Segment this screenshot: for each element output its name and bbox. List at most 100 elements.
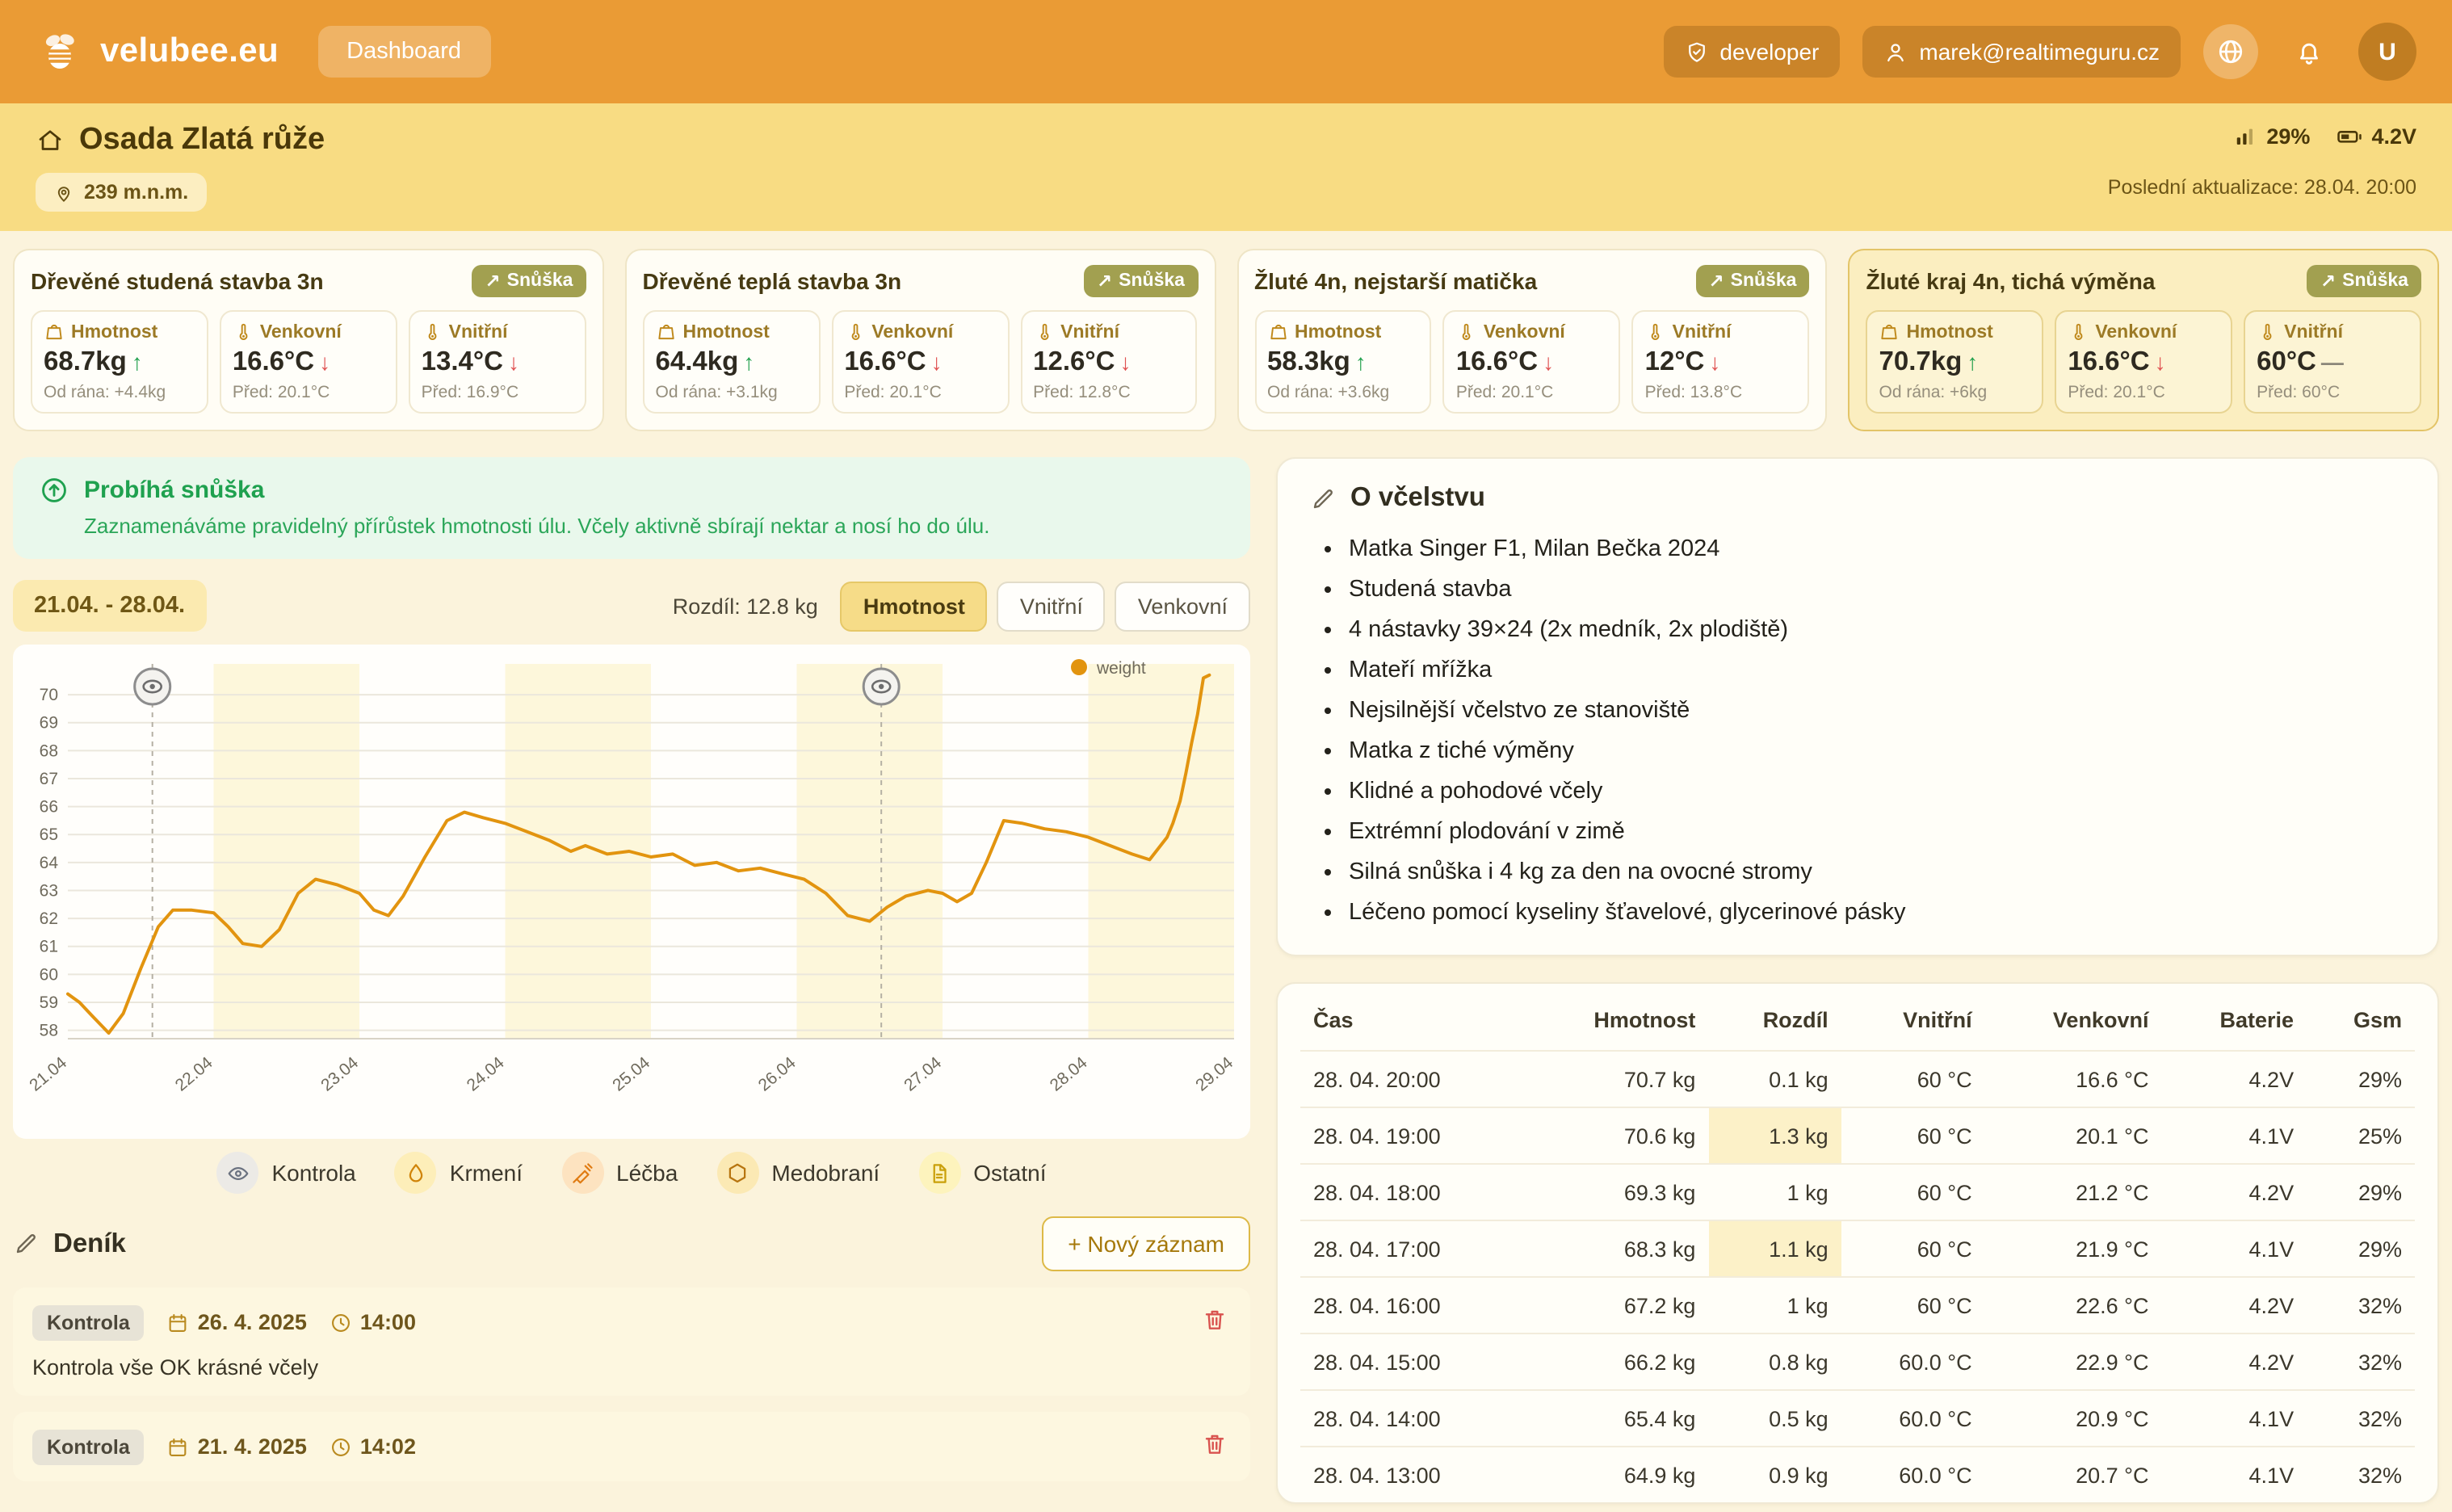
role-badge: developer [1663,26,1840,78]
user-email-badge[interactable]: marek@realtimeguru.cz [1862,26,2181,78]
map-pin-icon [53,182,74,203]
metric-label: Hmotnost [71,322,157,342]
hive-card[interactable]: Dřevěné studená stavba 3n ↗ Snůška Hmotn… [13,249,604,431]
brand[interactable]: velubee.eu [36,27,279,76]
trend-up-icon: ↗ [1708,270,1724,292]
eye-icon [216,1152,258,1194]
signal-value: 29% [2266,124,2310,149]
about-item: Silná snůška i 4 kg za den na ovocné str… [1349,851,2405,892]
metric-label: Vnitřní [449,322,508,342]
svg-text:65: 65 [40,825,58,844]
user-email: marek@realtimeguru.cz [1919,39,2160,65]
hive-name: Dřevěné studená stavba 3n [31,268,324,294]
hive-card[interactable]: Žluté kraj 4n, tichá výměna ↗ Snůška Hmo… [1849,249,2440,431]
syringe-icon [561,1152,603,1194]
entry-date: 21. 4. 2025 [167,1434,307,1459]
about-item: Léčeno pomocí kyseliny šťavelové, glycer… [1349,892,2405,932]
trend-arrow-icon: ↓ [1709,349,1720,375]
trend-arrow-icon: ↓ [931,349,943,375]
flow-banner-text: Zaznamenáváme pravidelný přírůstek hmotn… [84,514,1224,538]
svg-text:70: 70 [40,686,58,704]
site-name: Osada Zlatá růže [79,123,325,158]
trend-up-icon: ↗ [2320,270,2336,292]
svg-text:58: 58 [40,1022,58,1040]
svg-text:26.04: 26.04 [755,1053,800,1095]
delete-entry-button[interactable] [1199,1428,1231,1465]
svg-text:27.04: 27.04 [901,1053,945,1095]
hexagon-icon [716,1152,758,1194]
svg-text:24.04: 24.04 [464,1053,508,1095]
weight-chart[interactable]: 5859606162636465666768697021.0422.0423.0… [13,645,1244,1139]
role-label: developer [1719,39,1819,65]
table-row: 28. 04. 19:0070.6 kg1.3 kg60 °C20.1 °C4.… [1300,1107,2415,1164]
svg-text:23.04: 23.04 [317,1053,362,1095]
series-toggles: HmotnostVnitřníVenkovní [841,581,1250,631]
metric-value: 16.6°C [233,347,314,378]
column-header: Rozdíl [1708,990,1841,1051]
table-row: 28. 04. 20:0070.7 kg0.1 kg60 °C16.6 °C4.… [1300,1051,2415,1107]
metric-sub: Před: 12.8°C [1033,383,1185,402]
hive-card[interactable]: Žluté 4n, nejstarší matička ↗ Snůška Hmo… [1236,249,1828,431]
column-header: Gsm [2307,990,2415,1051]
about-item: Mateří mřížka [1349,649,2405,690]
metric-box: Hmotnost 70.7kg ↑ Od rána: +6kg [1866,310,2044,414]
metric-sub: Před: 16.9°C [422,383,573,402]
flow-badge: ↗ Snůška [1695,265,1809,297]
metric-icon [2068,321,2089,342]
toggle-hmotnost[interactable]: Hmotnost [841,581,988,631]
svg-text:69: 69 [40,714,58,733]
table-row: 28. 04. 15:0066.2 kg0.8 kg60.0 °C22.9 °C… [1300,1334,2415,1390]
legend-item: Medobraní [716,1152,880,1194]
metric-box: Vnitřní 60°C — Před: 60°C [2244,310,2421,414]
hive-name: Žluté kraj 4n, tichá výměna [1866,268,2156,294]
metric-value: 16.6°C [2068,347,2149,378]
table-row: 28. 04. 18:0069.3 kg1 kg60 °C21.2 °C4.2V… [1300,1164,2415,1220]
legend-item: Kontrola [216,1152,355,1194]
hive-card[interactable]: Dřevěné teplá stavba 3n ↗ Snůška Hmotnos… [625,249,1216,431]
trash-icon [1202,1431,1228,1457]
metric-label: Venkovní [1484,322,1565,342]
trend-arrow-icon: ↓ [1119,349,1131,375]
svg-text:67: 67 [40,770,58,788]
metric-value: 16.6°C [844,347,926,378]
metric-sub: Od rána: +3.6kg [1267,383,1419,402]
svg-text:63: 63 [40,881,58,900]
calendar-icon [167,1311,190,1334]
table-row: 28. 04. 13:0064.9 kg0.9 kg60.0 °C20.7 °C… [1300,1447,2415,1502]
table-row: 28. 04. 16:0067.2 kg1 kg60 °C22.6 °C4.2V… [1300,1277,2415,1334]
svg-text:25.04: 25.04 [609,1053,653,1095]
notifications-button[interactable] [2281,24,2336,79]
new-entry-button[interactable]: + Nový záznam [1042,1216,1250,1271]
metric-sub: Před: 20.1°C [2068,383,2219,402]
arrow-circle-up-icon [39,475,69,506]
toggle-venkovni[interactable]: Venkovní [1115,581,1250,631]
avatar[interactable]: U [2358,23,2416,81]
entry-time: 14:00 [330,1310,416,1334]
column-header: Čas [1300,990,1523,1051]
date-range-pill[interactable]: 21.04. - 28.04. [13,580,206,632]
about-card: O včelstvu Matka Singer F1, Milan Bečka … [1276,457,2439,956]
nav-dashboard[interactable]: Dashboard [317,26,490,78]
chart-area: 5859606162636465666768697021.0422.0423.0… [13,645,1250,1139]
metric-icon [844,321,865,342]
metric-icon [1645,321,1666,342]
metric-box: Hmotnost 64.4kg ↑ Od rána: +3.1kg [643,310,821,414]
bee-logo-icon [36,27,84,76]
metric-box: Venkovní 16.6°C ↓ Před: 20.1°C [1443,310,1621,414]
toggle-vnitrni[interactable]: Vnitřní [997,581,1106,631]
globe-icon [2216,37,2245,66]
metric-sub: Od rána: +6kg [1879,383,2031,402]
journal-title: Deník [53,1228,126,1259]
difference-label: Rozdíl: 12.8 kg [673,594,818,618]
metric-value: 64.4kg [656,347,739,378]
trend-arrow-icon: ↓ [508,349,519,375]
metric-icon [422,321,443,342]
delete-entry-button[interactable] [1199,1304,1231,1341]
column-header: Baterie [2161,990,2307,1051]
entry-type-badge: Kontrola [32,1429,145,1464]
trend-arrow-icon: ↑ [1355,349,1367,375]
language-button[interactable] [2203,24,2258,79]
bell-icon [2293,36,2324,67]
journal-entries: Kontrola 26. 4. 2025 14:00 Kontrola vše … [13,1287,1250,1481]
legend-label: Ostatní [973,1160,1046,1186]
